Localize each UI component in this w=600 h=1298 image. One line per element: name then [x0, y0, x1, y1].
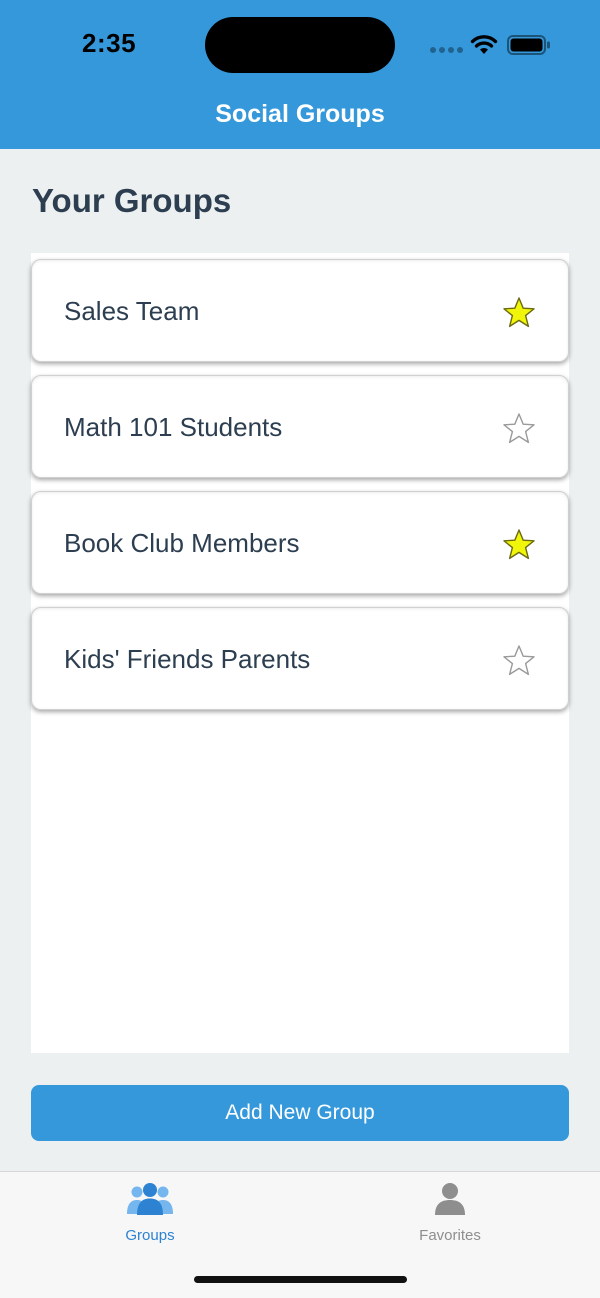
wifi-icon	[470, 35, 498, 54]
group-name: Math 101 Students	[64, 412, 283, 442]
battery-icon	[507, 35, 550, 55]
add-new-group-button[interactable]: Add New Group	[31, 1085, 569, 1141]
group-name: Book Club Members	[64, 528, 300, 558]
app-header: 2:35 Social Groups	[0, 0, 600, 149]
group-card-sales-team[interactable]: Sales Team	[31, 259, 569, 362]
group-name: Sales Team	[64, 296, 200, 326]
group-card-math-101-students[interactable]: Math 101 Students	[31, 375, 569, 478]
people-group-icon	[127, 1183, 173, 1215]
star-outline-icon[interactable]	[502, 644, 536, 678]
person-icon	[435, 1183, 465, 1215]
star-filled-icon[interactable]	[502, 296, 536, 330]
tab-label: Favorites	[419, 1227, 481, 1244]
tab-groups[interactable]: Groups	[0, 1172, 300, 1262]
group-card-book-club-members[interactable]: Book Club Members	[31, 491, 569, 594]
group-name: Kids' Friends Parents	[64, 644, 311, 674]
cellular-signal-icon	[430, 47, 463, 53]
status-bar-time: 2:35	[82, 28, 137, 58]
home-indicator	[194, 1276, 407, 1283]
header-title: Social Groups	[215, 100, 385, 128]
group-card-kids-friends-parents[interactable]: Kids' Friends Parents	[31, 607, 569, 710]
star-outline-icon[interactable]	[502, 412, 536, 446]
page-title: Your Groups	[32, 182, 232, 219]
star-filled-icon[interactable]	[502, 528, 536, 562]
tab-label: Groups	[125, 1227, 175, 1244]
tab-favorites[interactable]: Favorites	[300, 1172, 600, 1262]
dynamic-island	[205, 17, 395, 73]
